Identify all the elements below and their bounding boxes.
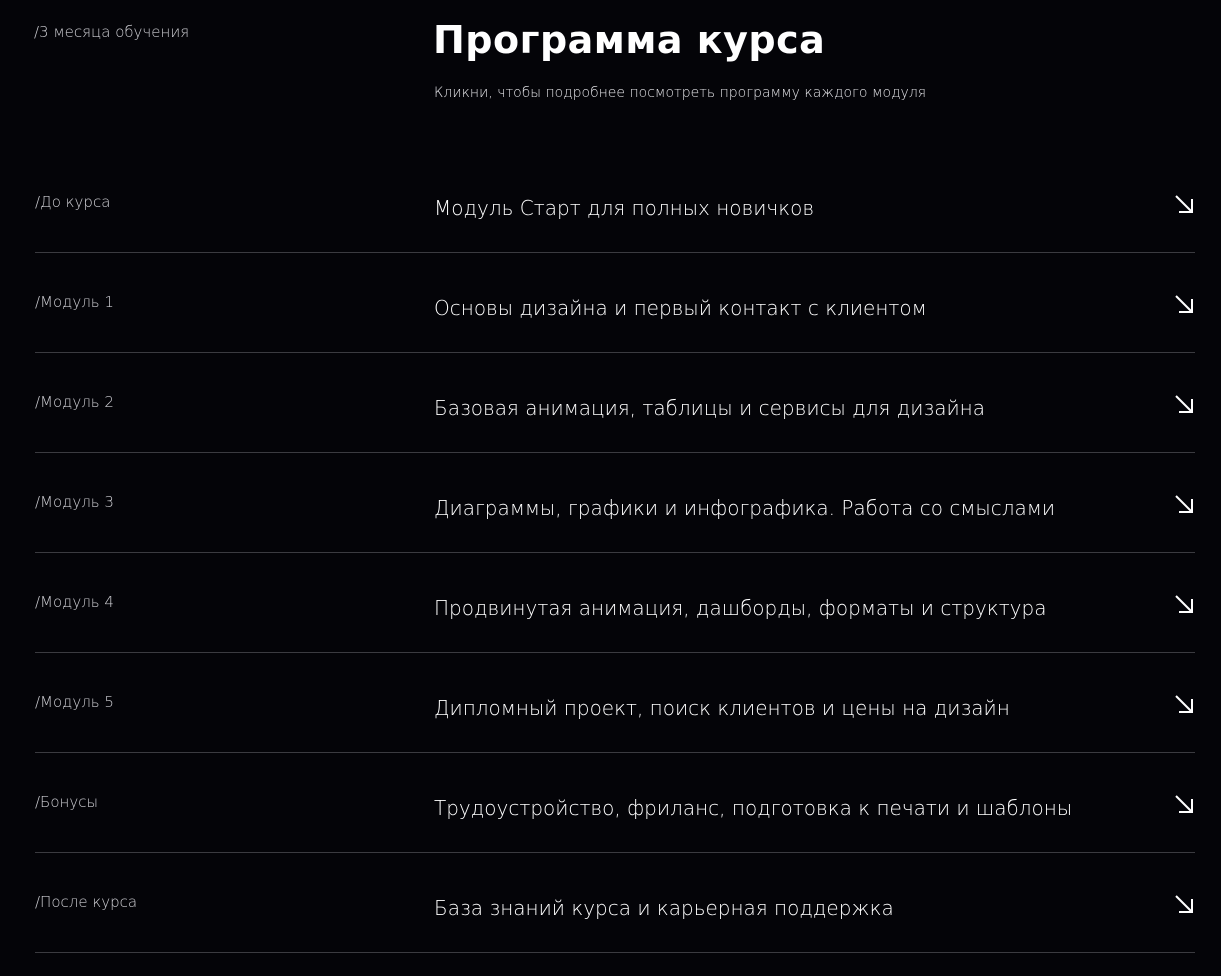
arrow-down-right-icon[interactable] (1173, 693, 1195, 715)
arrow-down-right-icon[interactable] (1173, 793, 1195, 815)
module-list: /До курса Модуль Старт для полных новичк… (35, 153, 1195, 953)
module-row-4[interactable]: /Модуль 4 Продвинутая анимация, дашборды… (35, 553, 1195, 653)
arrow-down-right-icon[interactable] (1173, 393, 1195, 415)
arrow-down-right-icon[interactable] (1173, 193, 1195, 215)
module-name: Базовая анимация, таблицы и сервисы для … (434, 396, 985, 420)
module-tag: /Модуль 3 (35, 493, 114, 511)
module-row-bonuses[interactable]: /Бонусы Трудоустройство, фриланс, подгот… (35, 753, 1195, 853)
arrow-down-right-icon[interactable] (1173, 593, 1195, 615)
module-name: Диаграммы, графики и инфографика. Работа… (434, 496, 1056, 520)
module-row-3[interactable]: /Модуль 3 Диаграммы, графики и инфографи… (35, 453, 1195, 553)
page-title: Программа курса (433, 18, 826, 62)
module-name: База знаний курса и карьерная поддержка (434, 896, 894, 920)
course-duration: /3 месяца обучения (34, 23, 190, 41)
module-row-5[interactable]: /Модуль 5 Дипломный проект, поиск клиент… (35, 653, 1195, 753)
page-subtitle: Кликни, чтобы подробнее посмотреть прогр… (434, 85, 927, 101)
module-name: Дипломный проект, поиск клиентов и цены … (434, 696, 1010, 720)
module-tag: /Модуль 5 (35, 693, 114, 711)
module-row-post-course[interactable]: /После курса База знаний курса и карьерн… (35, 853, 1195, 953)
module-tag: /Бонусы (35, 793, 98, 811)
module-row-2[interactable]: /Модуль 2 Базовая анимация, таблицы и се… (35, 353, 1195, 453)
module-name: Основы дизайна и первый контакт с клиент… (434, 296, 927, 320)
module-name: Трудоустройство, фриланс, подготовка к п… (434, 796, 1073, 820)
arrow-down-right-icon[interactable] (1173, 293, 1195, 315)
arrow-down-right-icon[interactable] (1173, 493, 1195, 515)
module-name: Продвинутая анимация, дашборды, форматы … (434, 596, 1047, 620)
module-tag: /Модуль 1 (35, 293, 114, 311)
module-tag: /Модуль 2 (35, 393, 114, 411)
module-row-pre-course[interactable]: /До курса Модуль Старт для полных новичк… (35, 153, 1195, 253)
module-tag: /До курса (35, 193, 111, 211)
module-tag: /Модуль 4 (35, 593, 114, 611)
module-name: Модуль Старт для полных новичков (434, 196, 815, 220)
module-row-1[interactable]: /Модуль 1 Основы дизайна и первый контак… (35, 253, 1195, 353)
module-tag: /После курса (35, 893, 138, 911)
arrow-down-right-icon[interactable] (1173, 893, 1195, 915)
